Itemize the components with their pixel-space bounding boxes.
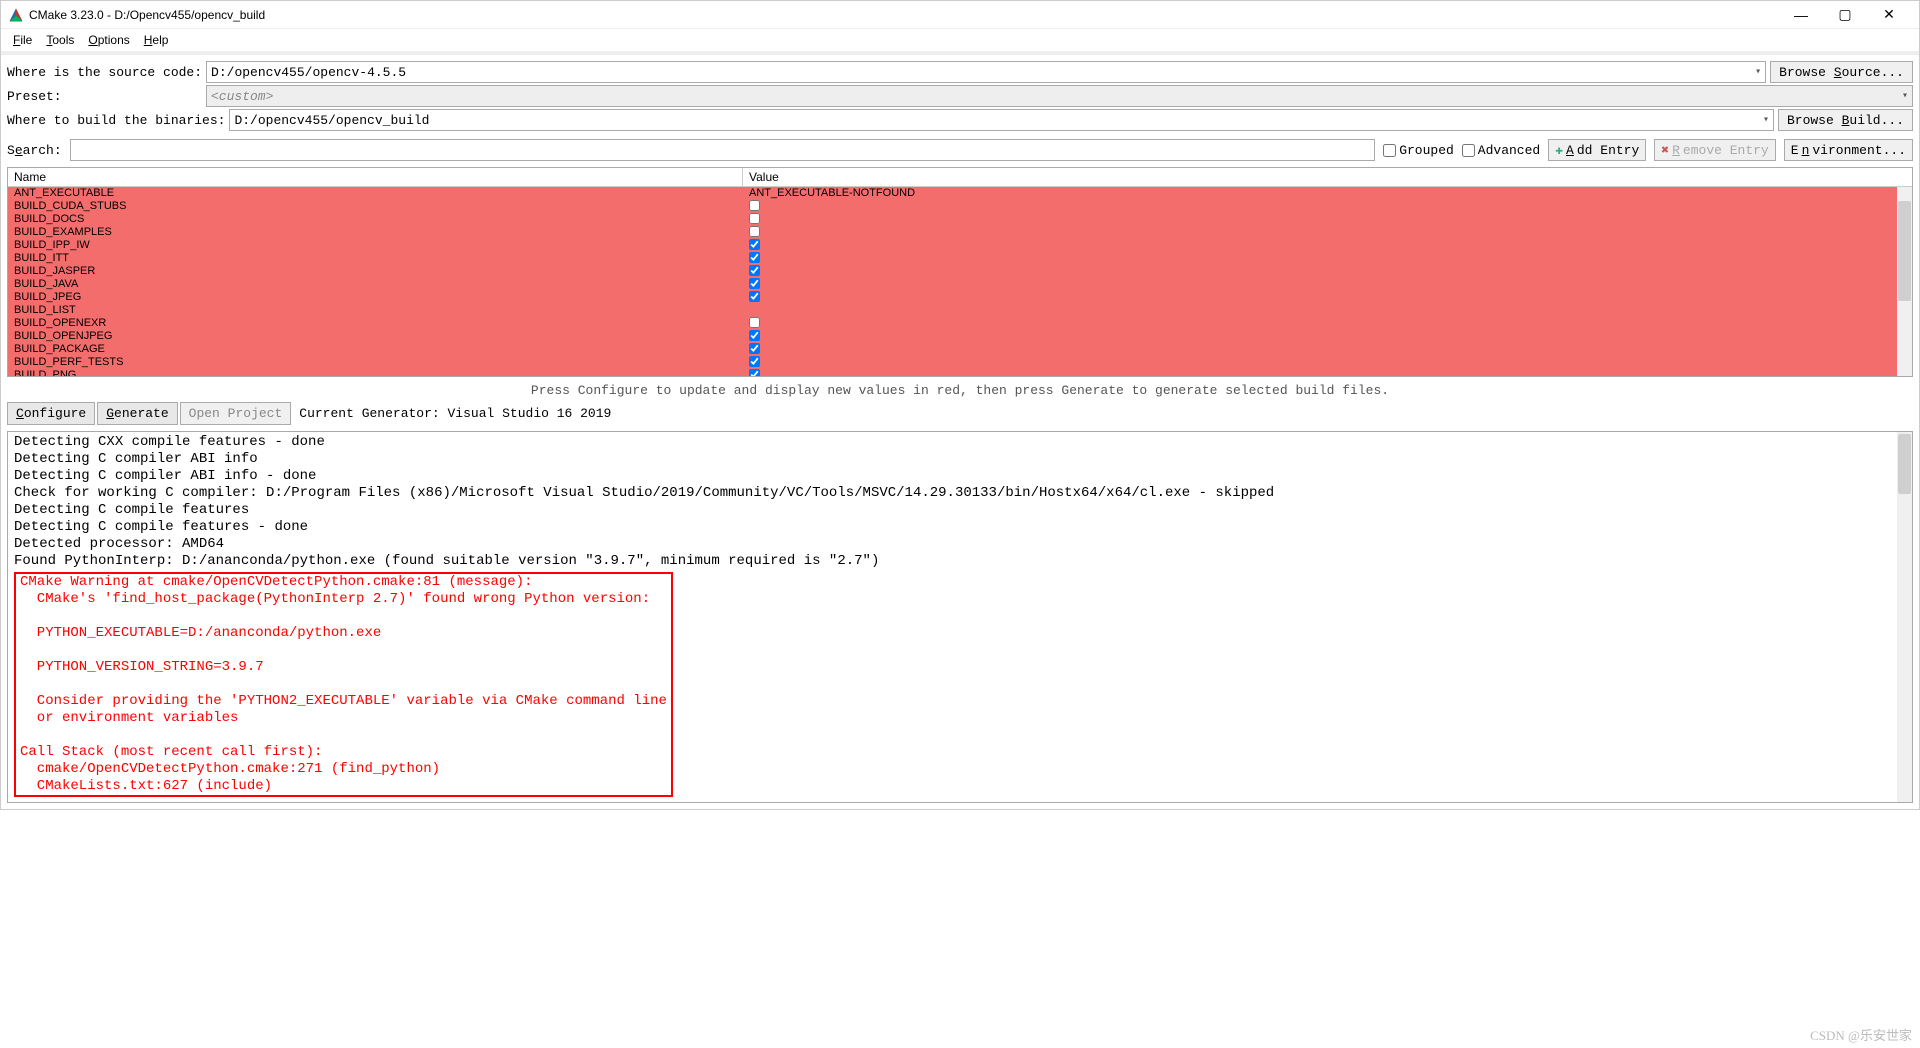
table-row[interactable]: BUILD_OPENEXR <box>8 317 1912 330</box>
build-path-value: D:/opencv455/opencv_build <box>234 113 429 128</box>
table-row[interactable]: BUILD_EXAMPLES <box>8 226 1912 239</box>
environment-button[interactable]: Environment... <box>1784 139 1913 161</box>
remove-entry-button[interactable]: ✖Remove Entry <box>1654 139 1775 161</box>
table-row[interactable]: BUILD_JPEG <box>8 291 1912 304</box>
table-row[interactable]: BUILD_PACKAGE <box>8 343 1912 356</box>
menu-tools[interactable]: Tools <box>40 31 80 49</box>
table-row[interactable]: ANT_EXECUTABLEANT_EXECUTABLE-NOTFOUND <box>8 187 1912 200</box>
table-row[interactable]: BUILD_OPENJPEG <box>8 330 1912 343</box>
plus-icon: ✚ <box>1555 143 1563 158</box>
value-checkbox[interactable] <box>749 291 760 302</box>
titlebar: CMake 3.23.0 - D:/Opencv455/opencv_build… <box>1 1 1919 29</box>
browse-build-button[interactable]: Browse Build... <box>1778 109 1913 131</box>
path-config: Where is the source code: D:/opencv455/o… <box>1 55 1919 137</box>
hint-text: Press Configure to update and display ne… <box>1 381 1919 400</box>
menu-options[interactable]: Options <box>82 31 135 49</box>
table-row[interactable]: BUILD_CUDA_STUBS <box>8 200 1912 213</box>
source-path-combo[interactable]: D:/opencv455/opencv-4.5.5 ▾ <box>206 61 1766 83</box>
generate-button[interactable]: Generate <box>97 402 177 425</box>
value-checkbox[interactable] <box>749 343 760 354</box>
table-row[interactable]: BUILD_JASPER <box>8 265 1912 278</box>
search-label: Search: <box>7 143 62 158</box>
table-row[interactable]: BUILD_DOCS <box>8 213 1912 226</box>
cache-header: Name Value <box>8 168 1912 187</box>
value-checkbox[interactable] <box>749 369 760 376</box>
value-checkbox[interactable] <box>749 330 760 341</box>
menubar: File Tools Options Help <box>1 29 1919 51</box>
table-row[interactable]: BUILD_LIST <box>8 304 1912 317</box>
table-row[interactable]: BUILD_PERF_TESTS <box>8 356 1912 369</box>
value-checkbox[interactable] <box>749 278 760 289</box>
add-entry-button[interactable]: ✚Add Entry <box>1548 139 1646 161</box>
col-name[interactable]: Name <box>8 168 743 186</box>
value-checkbox[interactable] <box>749 226 760 237</box>
close-button[interactable]: ✕ <box>1867 2 1911 28</box>
watermark: CSDN @乐安世家 <box>1810 1025 1912 1044</box>
chevron-down-icon: ▾ <box>1763 114 1769 126</box>
output-log[interactable]: Detecting CXX compile features - doneDet… <box>7 431 1913 803</box>
advanced-checkbox[interactable]: Advanced <box>1462 143 1540 158</box>
col-value[interactable]: Value <box>743 168 1912 186</box>
build-path-combo[interactable]: D:/opencv455/opencv_build ▾ <box>229 109 1774 131</box>
minimize-button[interactable]: — <box>1779 2 1823 28</box>
cache-table: Name Value ANT_EXECUTABLEANT_EXECUTABLE-… <box>7 167 1913 377</box>
chevron-down-icon: ▾ <box>1902 90 1908 102</box>
value-checkbox[interactable] <box>749 317 760 328</box>
main-window: CMake 3.23.0 - D:/Opencv455/opencv_build… <box>0 0 1920 810</box>
preset-combo[interactable]: <custom> ▾ <box>206 85 1913 107</box>
log-scrollbar[interactable] <box>1897 432 1912 802</box>
search-input[interactable] <box>70 139 1376 161</box>
preset-value: <custom> <box>211 89 273 104</box>
minus-icon: ✖ <box>1661 143 1669 158</box>
value-checkbox[interactable] <box>749 265 760 276</box>
menu-help[interactable]: Help <box>138 31 175 49</box>
maximize-button[interactable]: ▢ <box>1823 2 1867 28</box>
search-row: Search: Grouped Advanced ✚Add Entry ✖Rem… <box>1 137 1919 163</box>
table-row[interactable]: BUILD_PNG <box>8 369 1912 376</box>
table-row[interactable]: BUILD_IPP_IW <box>8 239 1912 252</box>
browse-source-button[interactable]: Browse Source... <box>1770 61 1913 83</box>
bottom-toolbar: Configure Generate Open Project Current … <box>1 400 1919 427</box>
table-row[interactable]: BUILD_JAVA <box>8 278 1912 291</box>
chevron-down-icon: ▾ <box>1755 66 1761 78</box>
value-checkbox[interactable] <box>749 252 760 263</box>
value-checkbox[interactable] <box>749 356 760 367</box>
open-project-button[interactable]: Open Project <box>180 402 292 425</box>
generator-label: Current Generator: Visual Studio 16 2019 <box>299 406 611 421</box>
menu-file[interactable]: File <box>7 31 38 49</box>
cache-scrollbar[interactable] <box>1897 187 1912 376</box>
table-row[interactable]: BUILD_ITT <box>8 252 1912 265</box>
build-label: Where to build the binaries: <box>7 113 225 128</box>
value-checkbox[interactable] <box>749 239 760 250</box>
configure-button[interactable]: Configure <box>7 402 95 425</box>
grouped-checkbox[interactable]: Grouped <box>1383 143 1454 158</box>
value-checkbox[interactable] <box>749 213 760 224</box>
preset-label: Preset: <box>7 89 202 104</box>
window-title: CMake 3.23.0 - D:/Opencv455/opencv_build <box>29 8 1779 22</box>
source-path-value: D:/opencv455/opencv-4.5.5 <box>211 65 406 80</box>
source-label: Where is the source code: <box>7 65 202 80</box>
cmake-logo-icon <box>9 8 23 22</box>
cmake-warning-box: CMake Warning at cmake/OpenCVDetectPytho… <box>14 572 673 797</box>
value-checkbox[interactable] <box>749 200 760 211</box>
